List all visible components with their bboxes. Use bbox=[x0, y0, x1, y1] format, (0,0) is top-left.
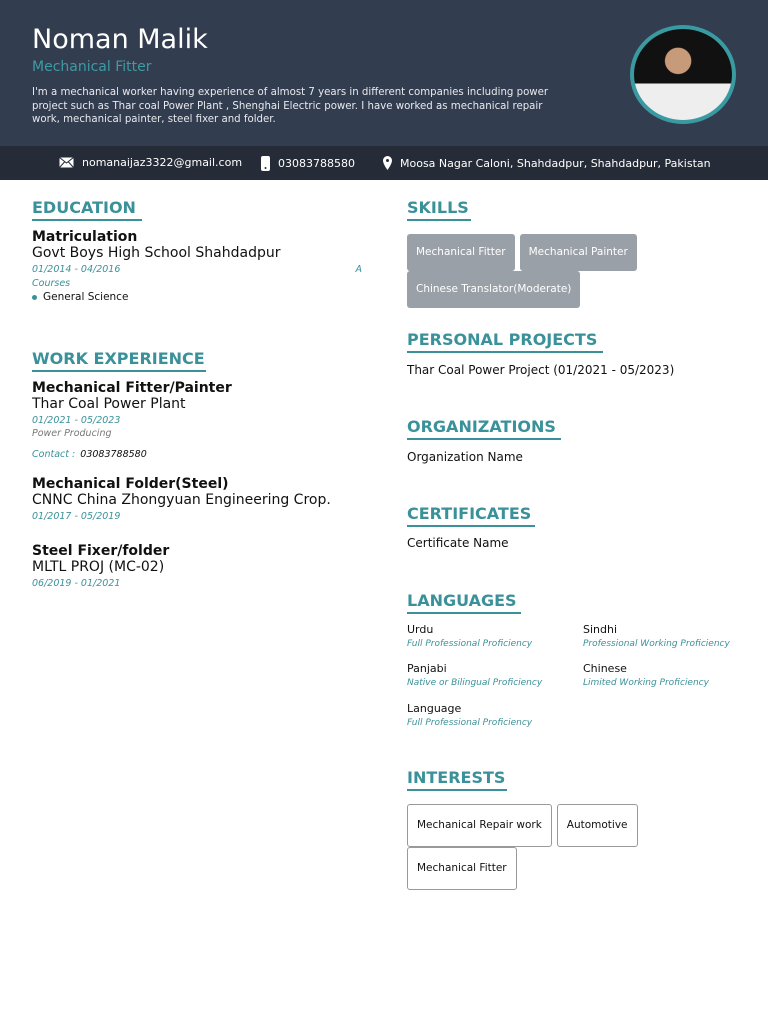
work-item: Mechanical Fitter/Painter Thar Coal Powe… bbox=[32, 380, 372, 461]
interest-tag: Automotive bbox=[556, 804, 638, 847]
certificates-heading: CERTIFICATES bbox=[407, 504, 535, 527]
phone-icon bbox=[261, 156, 270, 171]
full-name: Noman Malik bbox=[32, 24, 208, 55]
contact-label: Contact : bbox=[32, 449, 76, 460]
education-heading: EDUCATION bbox=[32, 198, 142, 221]
language-item: Chinese Limited Working Proficiency bbox=[583, 662, 709, 688]
course-text: General Science bbox=[43, 291, 129, 303]
profile-photo bbox=[630, 25, 736, 124]
language-name: Language bbox=[407, 702, 462, 715]
work-desc: Power Producing bbox=[32, 428, 112, 439]
work-company: MLTL PROJ (MC-02) bbox=[32, 559, 165, 575]
work-heading: WORK EXPERIENCE bbox=[32, 349, 206, 372]
certificate-item: Certificate Name bbox=[407, 536, 509, 550]
language-level: Full Professional Proficiency bbox=[407, 718, 533, 728]
work-dates: 01/2021 - 05/2023 bbox=[32, 415, 121, 426]
work-role: Steel Fixer/folder bbox=[32, 543, 170, 559]
language-name: Urdu bbox=[407, 623, 434, 636]
contact-value: 03083788580 bbox=[80, 449, 147, 460]
skill-tag: Mechanical Fitter bbox=[407, 234, 515, 271]
education-item: Matriculation Govt Boys High School Shah… bbox=[32, 229, 362, 303]
work-dates: 06/2019 - 01/2021 bbox=[32, 578, 121, 589]
education-grade: A bbox=[355, 264, 363, 275]
language-level: Professional Working Proficiency bbox=[583, 639, 730, 649]
phone-text: 03083788580 bbox=[278, 157, 355, 170]
bullet-icon bbox=[32, 294, 37, 300]
skills-heading: SKILLS bbox=[407, 198, 471, 221]
language-item: Sindhi Professional Working Proficiency bbox=[583, 623, 730, 649]
language-item: Panjabi Native or Bilingual Proficiency bbox=[407, 662, 542, 688]
language-level: Native or Bilingual Proficiency bbox=[407, 678, 543, 688]
work-item: Steel Fixer/folder MLTL PROJ (MC-02) 06/… bbox=[32, 543, 372, 589]
organization-item: Organization Name bbox=[407, 450, 523, 464]
languages-heading: LANGUAGES bbox=[407, 591, 521, 614]
contact-bar: nomanaijaz3322@gmail.com 03083788580 Moo… bbox=[0, 146, 768, 180]
school: Govt Boys High School Shahdadpur bbox=[32, 245, 281, 261]
interests-heading: INTERESTS bbox=[407, 768, 507, 791]
work-company: Thar Coal Power Plant bbox=[32, 396, 186, 412]
location-pin-icon bbox=[383, 156, 392, 170]
language-name: Chinese bbox=[583, 662, 627, 675]
projects-heading: PERSONAL PROJECTS bbox=[407, 330, 603, 353]
mail-icon bbox=[59, 157, 74, 168]
summary: I'm a mechanical worker having experienc… bbox=[32, 87, 549, 125]
language-item: Urdu Full Professional Proficiency bbox=[407, 623, 532, 649]
course-item: General Science bbox=[32, 291, 362, 303]
language-level: Limited Working Proficiency bbox=[583, 678, 709, 688]
interest-tag: Mechanical Repair work bbox=[407, 804, 552, 847]
degree: Matriculation bbox=[32, 229, 138, 245]
work-dates: 01/2017 - 05/2019 bbox=[32, 511, 121, 522]
work-item: Mechanical Folder(Steel) CNNC China Zhon… bbox=[32, 476, 372, 522]
contact-address: Moosa Nagar Caloni, Shahdadpur, Shahdadp… bbox=[383, 156, 711, 170]
work-role: Mechanical Folder(Steel) bbox=[32, 476, 229, 492]
skills-list: Mechanical Fitter Mechanical Painter Chine… bbox=[407, 234, 707, 308]
address-text: Moosa Nagar Caloni, Shahdadpur, Shahdadp… bbox=[400, 156, 711, 170]
language-name: Panjabi bbox=[407, 662, 447, 675]
language-item: Language Full Professional Proficiency bbox=[407, 702, 532, 728]
courses-label: Courses bbox=[32, 278, 71, 289]
skill-tag: Mechanical Painter bbox=[519, 234, 637, 271]
header: Noman Malik Mechanical Fitter I'm a mech… bbox=[0, 0, 768, 146]
education-dates: 01/2014 - 04/2016 bbox=[32, 264, 121, 275]
work-company: CNNC China Zhongyuan Engineering Crop. bbox=[32, 492, 331, 508]
contact-phone: 03083788580 bbox=[261, 156, 355, 171]
language-name: Sindhi bbox=[583, 623, 618, 636]
organizations-heading: ORGANIZATIONS bbox=[407, 417, 561, 440]
language-level: Full Professional Proficiency bbox=[407, 639, 533, 649]
contact-email[interactable]: nomanaijaz3322@gmail.com bbox=[59, 156, 242, 169]
project-item: Thar Coal Power Project (01/2021 - 05/20… bbox=[407, 363, 675, 377]
email-text: nomanaijaz3322@gmail.com bbox=[82, 156, 243, 169]
job-title: Mechanical Fitter bbox=[32, 59, 152, 75]
skill-tag: Chinese Translator(Moderate) bbox=[407, 271, 581, 308]
interest-tag: Mechanical Fitter bbox=[407, 847, 517, 890]
work-role: Mechanical Fitter/Painter bbox=[32, 380, 232, 396]
interests-list: Mechanical Repair work Automotive Mechanic… bbox=[407, 804, 707, 890]
